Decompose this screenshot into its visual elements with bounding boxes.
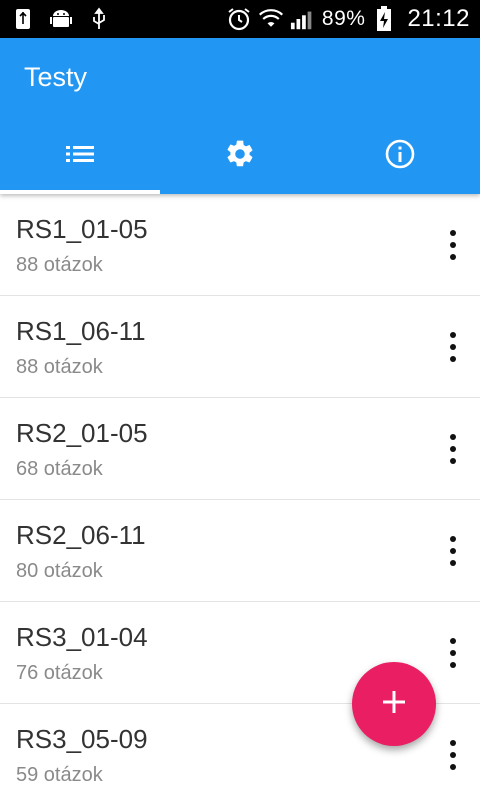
tab-bar xyxy=(0,118,480,194)
clock: 21:12 xyxy=(407,5,470,32)
list-item[interactable]: RS2_06-11 80 otázok xyxy=(0,500,480,602)
more-vert-icon[interactable] xyxy=(446,230,460,260)
list-item[interactable]: RS1_01-05 88 otázok xyxy=(0,194,480,296)
list-item[interactable]: RS1_06-11 88 otázok xyxy=(0,296,480,398)
more-vert-icon[interactable] xyxy=(446,740,460,770)
test-name: RS2_01-05 xyxy=(16,418,148,448)
more-vert-icon[interactable] xyxy=(446,536,460,566)
battery-charging-icon xyxy=(371,6,397,32)
list-icon xyxy=(66,144,94,169)
test-name: RS2_06-11 xyxy=(16,520,146,550)
more-vert-icon[interactable] xyxy=(446,434,460,464)
list-item[interactable]: RS2_01-05 68 otázok xyxy=(0,398,480,500)
more-vert-icon[interactable] xyxy=(446,332,460,362)
usb-icon xyxy=(10,6,36,32)
alarm-icon xyxy=(226,6,252,32)
more-vert-icon[interactable] xyxy=(446,638,460,668)
tab-settings[interactable] xyxy=(160,118,320,194)
test-name: RS3_01-04 xyxy=(16,622,148,652)
info-icon xyxy=(384,138,416,175)
question-count: 59 otázok xyxy=(16,764,103,786)
status-bar: 89% 21:12 xyxy=(0,0,480,38)
question-count: 88 otázok xyxy=(16,356,103,378)
tab-info[interactable] xyxy=(320,118,480,194)
test-name: RS1_06-11 xyxy=(16,316,146,346)
android-debug-icon xyxy=(48,6,74,32)
question-count: 80 otázok xyxy=(16,560,103,582)
app-bar: Testy xyxy=(0,38,480,194)
settings-icon xyxy=(224,138,256,175)
page-title: Testy xyxy=(24,62,88,92)
battery-percent: 89% xyxy=(321,7,366,30)
tab-tests-list[interactable] xyxy=(0,118,160,194)
question-count: 88 otázok xyxy=(16,254,103,276)
question-count: 76 otázok xyxy=(16,662,103,684)
question-count: 68 otázok xyxy=(16,458,103,480)
plus-icon xyxy=(382,690,406,719)
add-test-button[interactable] xyxy=(352,662,436,746)
usb-connection-icon xyxy=(86,6,112,32)
test-name: RS3_05-09 xyxy=(16,724,148,754)
test-name: RS1_01-05 xyxy=(16,214,148,244)
wifi-icon xyxy=(258,6,284,32)
signal-icon xyxy=(290,6,316,32)
